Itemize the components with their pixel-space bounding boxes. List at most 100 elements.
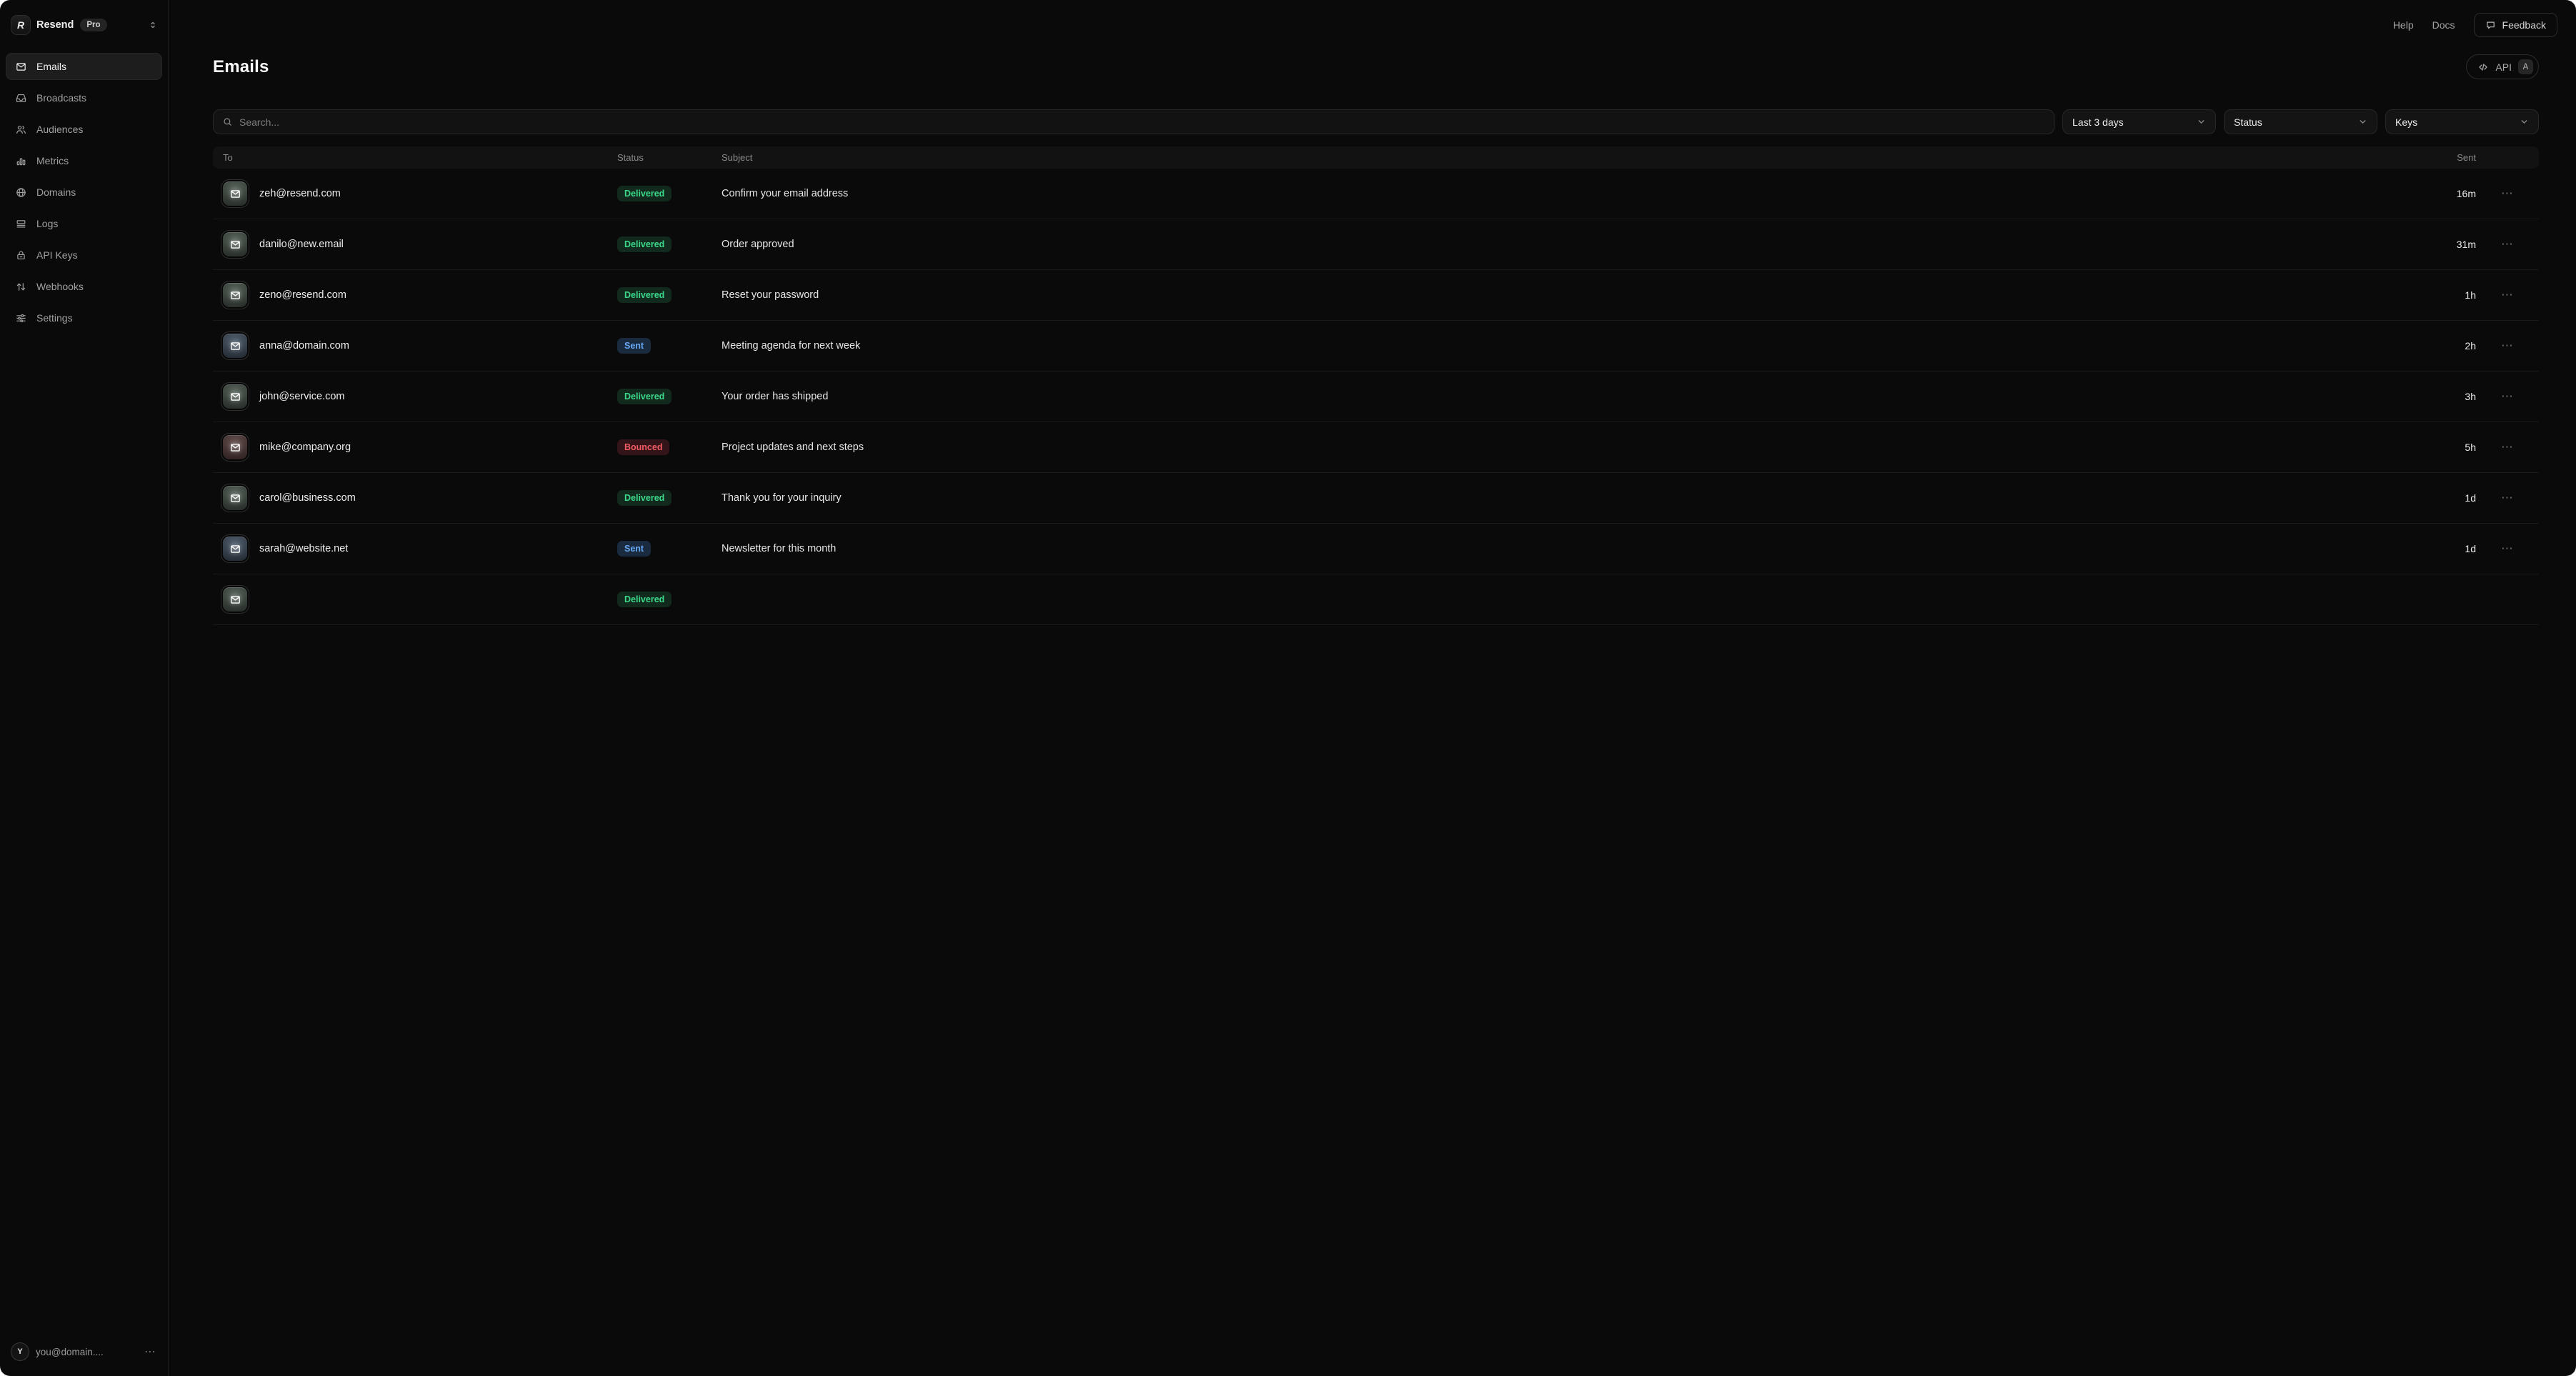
- sent-time: 31m: [2405, 239, 2476, 250]
- sidebar-item-label: Logs: [36, 219, 58, 229]
- recipient-email: sarah@website.net: [259, 543, 348, 554]
- status-badge: Sent: [617, 541, 651, 557]
- col-to: To: [223, 152, 617, 163]
- workspace-name: Resend: [36, 19, 74, 31]
- search-input[interactable]: [239, 116, 2045, 128]
- rows-icon: [14, 218, 27, 230]
- mail-icon: [223, 486, 247, 510]
- status-value: Status: [2234, 116, 2262, 128]
- email-subject: Confirm your email address: [722, 188, 2405, 199]
- recipient-email: john@service.com: [259, 391, 344, 402]
- search-box: [213, 109, 2055, 134]
- sidebar-item-broadcasts[interactable]: Broadcasts: [6, 84, 162, 111]
- sent-time: 3h: [2405, 391, 2476, 402]
- table-row[interactable]: mike@company.org Bounced Project updates…: [213, 422, 2539, 473]
- row-menu-button[interactable]: ⋯: [2476, 389, 2539, 404]
- status-dropdown[interactable]: Status: [2224, 109, 2377, 134]
- status-badge: Delivered: [617, 389, 672, 404]
- sliders-icon: [14, 312, 27, 324]
- code-icon: [2477, 61, 2489, 73]
- row-menu-button[interactable]: ⋯: [2476, 491, 2539, 505]
- col-status: Status: [617, 152, 722, 163]
- keys-dropdown[interactable]: Keys: [2385, 109, 2539, 134]
- email-subject: Order approved: [722, 239, 2405, 250]
- recipient-email: carol@business.com: [259, 492, 356, 504]
- recipient-email: danilo@new.email: [259, 239, 344, 250]
- mail-icon: [223, 283, 247, 307]
- sidebar-item-label: Emails: [36, 61, 66, 71]
- sidebar-item-label: Settings: [36, 313, 73, 323]
- table-row[interactable]: carol@business.com Delivered Thank you f…: [213, 473, 2539, 524]
- api-label: API: [2495, 61, 2512, 73]
- row-menu-button[interactable]: ⋯: [2476, 440, 2539, 454]
- sidebar-item-label: API Keys: [36, 250, 78, 260]
- sidebar-item-logs[interactable]: Logs: [6, 210, 162, 237]
- email-subject: Thank you for your inquiry: [722, 492, 2405, 504]
- sidebar-item-api-keys[interactable]: API Keys: [6, 241, 162, 269]
- table-row[interactable]: zeno@resend.com Delivered Reset your pas…: [213, 270, 2539, 321]
- avatar: Y: [11, 1343, 29, 1360]
- resend-logo-icon: R: [11, 16, 30, 34]
- sent-time: 5h: [2405, 442, 2476, 453]
- sidebar-item-settings[interactable]: Settings: [6, 304, 162, 331]
- sidebar-item-label: Metrics: [36, 156, 69, 166]
- sidebar-item-label: Webhooks: [36, 281, 84, 291]
- sidebar-item-metrics[interactable]: Metrics: [6, 147, 162, 174]
- sent-time: 1h: [2405, 289, 2476, 301]
- row-menu-button[interactable]: ⋯: [2476, 288, 2539, 302]
- content: Emails API A Last 3 days: [213, 0, 2539, 1376]
- mail-icon: [223, 232, 247, 256]
- mail-icon: [223, 384, 247, 409]
- row-menu-button[interactable]: ⋯: [2476, 237, 2539, 251]
- recipient-email: anna@domain.com: [259, 340, 349, 352]
- lock-icon: [14, 249, 27, 261]
- row-menu-button[interactable]: ⋯: [2476, 542, 2539, 556]
- user-account-button[interactable]: Y you@domain.... ⋯: [6, 1337, 162, 1366]
- email-subject: Your order has shipped: [722, 391, 2405, 402]
- chevron-down-icon: [2358, 117, 2367, 126]
- emails-table: To Status Subject Sent zeh@resend.com De…: [213, 146, 2539, 625]
- users-icon: [14, 124, 27, 136]
- sent-time: 2h: [2405, 340, 2476, 352]
- date-range-dropdown[interactable]: Last 3 days: [2062, 109, 2216, 134]
- mail-icon: [223, 537, 247, 561]
- row-menu-button[interactable]: ⋯: [2476, 186, 2539, 201]
- arrows-up-down-icon: [14, 281, 27, 293]
- user-email: you@domain....: [36, 1347, 104, 1357]
- sidebar-item-webhooks[interactable]: Webhooks: [6, 273, 162, 300]
- recipient-email: mike@company.org: [259, 442, 351, 453]
- table-row[interactable]: Delivered: [213, 574, 2539, 625]
- api-button[interactable]: API A: [2466, 54, 2539, 79]
- sent-time: 16m: [2405, 188, 2476, 199]
- sent-time: 1d: [2405, 492, 2476, 504]
- sidebar-item-audiences[interactable]: Audiences: [6, 116, 162, 143]
- date-range-value: Last 3 days: [2072, 116, 2124, 128]
- user-menu-button[interactable]: ⋯: [144, 1345, 156, 1359]
- mail-icon: [223, 181, 247, 206]
- table-row[interactable]: danilo@new.email Delivered Order approve…: [213, 219, 2539, 270]
- col-subject: Subject: [722, 152, 2405, 163]
- table-row[interactable]: anna@domain.com Sent Meeting agenda for …: [213, 321, 2539, 372]
- status-badge: Delivered: [617, 186, 672, 201]
- keys-value: Keys: [2395, 116, 2417, 128]
- workspace-switcher[interactable]: R Resend Pro: [6, 10, 162, 40]
- status-badge: Bounced: [617, 439, 669, 455]
- table-row[interactable]: sarah@website.net Sent Newsletter for th…: [213, 524, 2539, 574]
- status-badge: Sent: [617, 338, 651, 354]
- table-row[interactable]: zeh@resend.com Delivered Confirm your em…: [213, 169, 2539, 219]
- table-row[interactable]: john@service.com Delivered Your order ha…: [213, 372, 2539, 422]
- chevrons-up-down-icon: [148, 20, 158, 30]
- sidebar-nav: Emails Broadcasts Audiences Metrics Doma…: [6, 53, 162, 336]
- mail-icon: [14, 61, 27, 73]
- page-title: Emails: [213, 57, 269, 77]
- recipient-email: zeh@resend.com: [259, 188, 341, 199]
- filters-row: Last 3 days Status Keys: [213, 109, 2539, 134]
- col-sent: Sent: [2405, 152, 2476, 163]
- sidebar-item-domains[interactable]: Domains: [6, 179, 162, 206]
- chevron-down-icon: [2520, 117, 2529, 126]
- table-body: zeh@resend.com Delivered Confirm your em…: [213, 169, 2539, 625]
- sidebar-item-emails[interactable]: Emails: [6, 53, 162, 80]
- chevron-down-icon: [2197, 117, 2206, 126]
- row-menu-button[interactable]: ⋯: [2476, 339, 2539, 353]
- bar-chart-icon: [14, 155, 27, 167]
